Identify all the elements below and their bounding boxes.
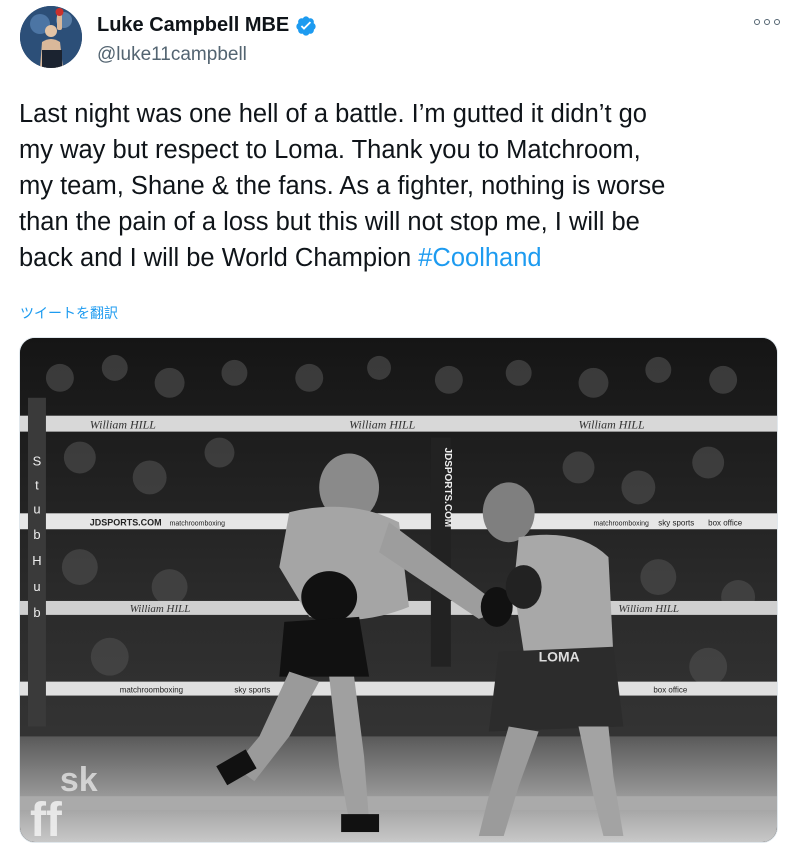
hashtag-link[interactable]: #Coolhand <box>418 244 541 272</box>
boxing-match-photo: William HILL William HILL William HILL J… <box>20 338 777 842</box>
post-letter: b <box>33 605 40 620</box>
rope-banner-text: box office <box>708 518 743 527</box>
verified-badge-icon <box>295 15 317 37</box>
tweet-text-line: my way but respect to Loma. Thank you to… <box>19 136 641 164</box>
rope-banner-text: William HILL <box>618 603 679 615</box>
author-avatar[interactable] <box>20 6 82 68</box>
avatar-boxer-photo-icon <box>20 6 82 68</box>
floor-text: ff <box>30 794 63 842</box>
rope-banner-text: William HILL <box>90 418 156 432</box>
tweet-text-line-last: back and I will be World Champion #Coolh… <box>19 240 789 276</box>
post-letter: u <box>33 579 40 594</box>
rope-banner-text: matchroomboxing <box>593 520 649 527</box>
author-handle[interactable]: @luke11campbell <box>97 44 247 66</box>
rope-banner-text: sky sports <box>658 518 694 527</box>
post-letter: u <box>33 501 40 516</box>
post-letter: b <box>33 527 40 542</box>
post-letter: t <box>35 477 39 492</box>
tweet-text: Last night was one hell of a battle. I’m… <box>19 96 789 276</box>
tweet-text-line: back and I will be World Champion <box>19 244 419 272</box>
more-dots-icon[interactable] <box>754 14 780 30</box>
trunks-text: LOMA <box>539 649 580 665</box>
tweet-photo[interactable]: William HILL William HILL William HILL J… <box>19 337 778 843</box>
post-letter: S <box>33 454 42 469</box>
rope-banner-text: JDSPORTS.COM <box>90 517 162 527</box>
display-name-text: Luke Campbell MBE <box>97 14 290 36</box>
post-letter: H <box>32 553 41 568</box>
rope-banner-text: matchroomboxing <box>120 686 183 695</box>
tweet-card: Luke Campbell MBE @luke11campbell Last n… <box>0 0 800 852</box>
rope-banner-text: William HILL <box>349 418 415 432</box>
floor-text: sk <box>60 761 98 799</box>
post-vertical-text: JDSPORTS.COM <box>442 448 453 528</box>
rope-banner-text: matchroomboxing <box>170 520 226 527</box>
rope-banner-text: sky sports <box>234 686 270 695</box>
translate-tweet-link[interactable]: ツイートを翻訳 <box>20 303 118 323</box>
tweet-text-line: Last night was one hell of a battle. I’m… <box>19 100 647 128</box>
tweet-text-line: my team, Shane & the fans. As a fighter,… <box>19 172 666 200</box>
tweet-text-line: than the pain of a loss but this will no… <box>19 208 640 236</box>
rope-banner-text: box office <box>653 686 688 695</box>
author-display-name[interactable]: Luke Campbell MBE <box>97 14 317 37</box>
rope-banner-text: William HILL <box>130 603 191 615</box>
rope-banner-text: William HILL <box>579 418 645 432</box>
